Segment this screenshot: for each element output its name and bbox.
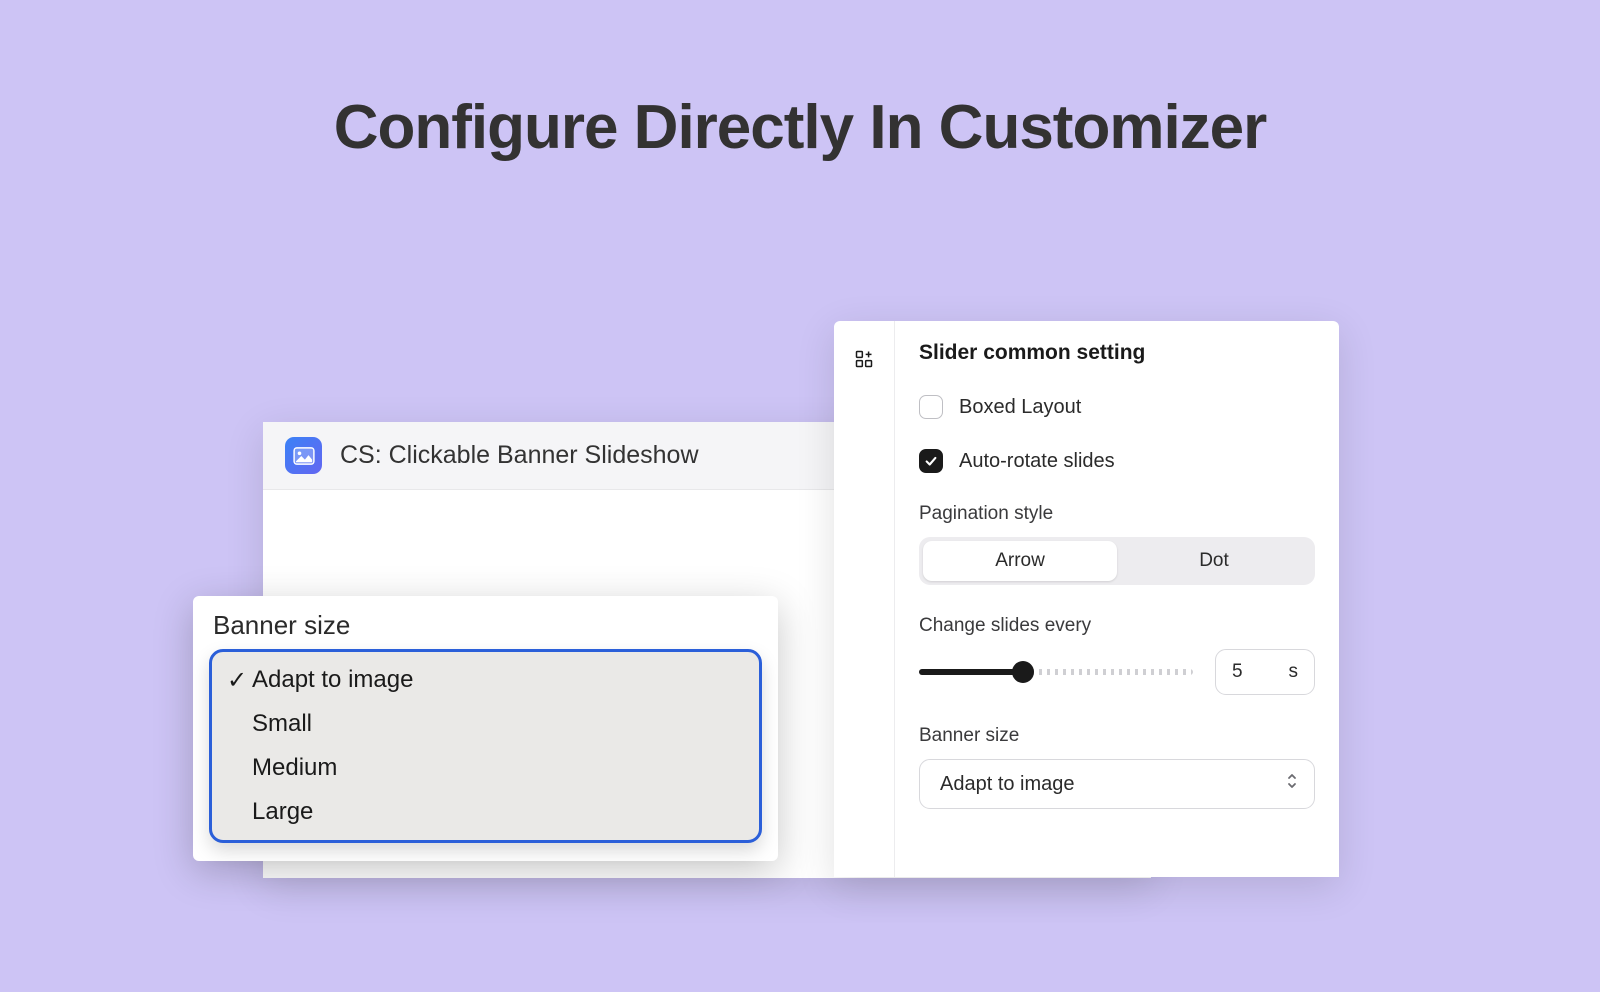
pagination-label: Pagination style bbox=[919, 503, 1315, 525]
dropdown-option-small[interactable]: Small bbox=[212, 702, 759, 746]
option-label: Medium bbox=[252, 754, 337, 782]
banner-size-select[interactable]: Adapt to image bbox=[919, 759, 1315, 809]
chevron-sort-icon bbox=[1286, 772, 1298, 796]
app-name: CS: Clickable Banner Slideshow bbox=[340, 441, 699, 470]
dropdown-listbox[interactable]: ✓ Adapt to image Small Medium Large bbox=[209, 649, 762, 843]
option-label: Adapt to image bbox=[252, 666, 413, 694]
select-value: Adapt to image bbox=[940, 773, 1075, 796]
auto-rotate-checkbox[interactable]: Auto-rotate slides bbox=[919, 449, 1315, 473]
interval-unit: s bbox=[1289, 661, 1299, 683]
section-title: Slider common setting bbox=[919, 341, 1315, 365]
dropdown-option-large[interactable]: Large bbox=[212, 790, 759, 834]
boxed-layout-checkbox[interactable]: Boxed Layout bbox=[919, 395, 1315, 419]
sections-icon[interactable] bbox=[854, 349, 874, 877]
check-icon: ✓ bbox=[226, 666, 248, 695]
dropdown-option-adapt[interactable]: ✓ Adapt to image bbox=[212, 658, 759, 702]
interval-slider[interactable] bbox=[919, 669, 1193, 675]
interval-value: 5 bbox=[1232, 661, 1243, 683]
segment-arrow[interactable]: Arrow bbox=[923, 541, 1117, 581]
checkbox-label: Boxed Layout bbox=[959, 396, 1081, 419]
pagination-style-segmented[interactable]: Arrow Dot bbox=[919, 537, 1315, 585]
dropdown-option-medium[interactable]: Medium bbox=[212, 746, 759, 790]
option-label: Large bbox=[252, 798, 313, 826]
interval-value-box[interactable]: 5 s bbox=[1215, 649, 1315, 695]
dropdown-label: Banner size bbox=[213, 610, 762, 641]
page-title: Configure Directly In Customizer bbox=[0, 92, 1600, 163]
app-icon bbox=[285, 437, 322, 474]
segment-dot[interactable]: Dot bbox=[1117, 541, 1311, 581]
banner-size-label: Banner size bbox=[919, 725, 1315, 747]
option-label: Small bbox=[252, 710, 312, 738]
checkbox-icon bbox=[919, 395, 943, 419]
banner-size-dropdown-popover: Banner size ✓ Adapt to image Small Mediu… bbox=[193, 596, 778, 861]
slider-fill bbox=[919, 669, 1023, 675]
settings-panel: Slider common setting Boxed Layout Auto-… bbox=[834, 321, 1339, 877]
settings-rail bbox=[834, 321, 895, 877]
slider-thumb[interactable] bbox=[1012, 661, 1034, 683]
checkbox-icon bbox=[919, 449, 943, 473]
checkbox-label: Auto-rotate slides bbox=[959, 450, 1115, 473]
interval-label: Change slides every bbox=[919, 615, 1315, 637]
